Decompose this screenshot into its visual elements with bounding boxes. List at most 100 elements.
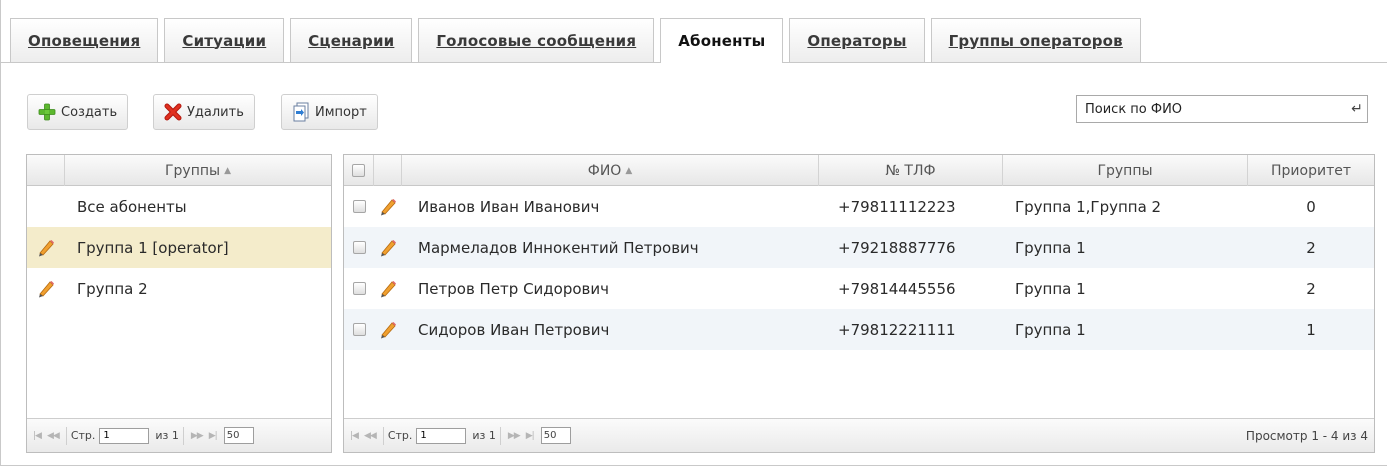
create-button[interactable]: Создать (27, 94, 129, 130)
group-row[interactable]: Группа 1 [operator] (27, 227, 331, 268)
row-checkbox[interactable] (352, 241, 366, 254)
row-edit-cell (374, 268, 402, 309)
group-row[interactable]: Группа 2 (27, 268, 331, 309)
enter-icon[interactable]: ↵ (1347, 101, 1367, 117)
sort-icon: ▲ (625, 165, 633, 176)
tab-operator-groups[interactable]: Группы операторов (930, 18, 1141, 62)
pager-separator (499, 426, 501, 445)
edit-column-header (374, 155, 402, 186)
subscriber-groups: Группа 1 (1015, 320, 1086, 339)
first-page-icon[interactable]: |◀ (350, 431, 359, 441)
pencil-icon[interactable] (378, 197, 398, 217)
tab-notifications[interactable]: Оповещения (10, 18, 159, 62)
subscriber-groups: Группа 1,Группа 2 (1015, 197, 1162, 216)
row-checkbox-cell (344, 309, 374, 350)
tab-subscribers[interactable]: Абоненты (660, 18, 784, 63)
last-page-icon[interactable]: ▶| (526, 431, 535, 441)
groups-edit-column-header (27, 155, 65, 186)
groups-column-label: Группы (165, 162, 221, 179)
pencil-icon[interactable] (36, 238, 56, 258)
phone-column-header[interactable]: № ТЛФ (819, 155, 1003, 186)
page-count: из 1 (155, 429, 179, 442)
name-column-label: ФИО (587, 162, 622, 179)
next-page-icon[interactable]: ▶▶ (508, 431, 521, 441)
row-checkbox-cell (344, 186, 374, 227)
prev-page-icon[interactable]: ◀◀ (364, 431, 377, 441)
plus-icon (38, 103, 56, 121)
groups-column-label: Группы (1097, 162, 1153, 179)
subscriber-groups: Группа 1 (1015, 279, 1086, 298)
subscribers-grid-body: Иванов Иван Иванович +79811112223 Группа… (344, 186, 1374, 350)
row-checkbox[interactable] (352, 282, 366, 295)
red-x-icon (164, 103, 182, 121)
row-edit-cell (374, 186, 402, 227)
pencil-icon[interactable] (378, 320, 398, 340)
subscriber-phone: +79218887776 (838, 238, 956, 257)
subscriber-priority: 0 (1306, 197, 1316, 216)
groups-column-header[interactable]: Группы (1003, 155, 1248, 186)
subscribers-grid: ФИО ▲ № ТЛФ Группы Приоритет Иванов Иван… (343, 154, 1375, 453)
create-button-label: Создать (61, 104, 118, 120)
group-row[interactable]: Все абоненты (27, 186, 331, 227)
subscriber-name: Мармеладов Иннокентий Петрович (418, 238, 699, 257)
page-count: из 1 (472, 429, 496, 442)
row-checkbox[interactable] (352, 323, 366, 336)
row-edit-cell (374, 309, 402, 350)
subscribers-grid-header: ФИО ▲ № ТЛФ Группы Приоритет (344, 155, 1374, 186)
page-input[interactable] (416, 427, 467, 444)
group-edit-cell (27, 186, 65, 227)
table-row[interactable]: Мармеладов Иннокентий Петрович +79218887… (344, 227, 1374, 268)
phone-column-label: № ТЛФ (885, 162, 936, 179)
groups-grid-body: Все абоненты Группа 1 [operator] Группа … (27, 186, 331, 309)
view-info: Просмотр 1 - 4 из 4 (1245, 428, 1368, 443)
subscribers-pager: |◀ ◀◀ Стр. из 1 ▶▶ ▶| 50 Просмотр 1 - 4 … (344, 418, 1374, 452)
row-checkbox[interactable] (352, 200, 366, 213)
tab-scenarios[interactable]: Сценарии (290, 18, 413, 62)
name-column-header[interactable]: ФИО ▲ (402, 155, 819, 186)
page-label: Стр. (387, 429, 413, 442)
pager-separator (65, 426, 67, 445)
priority-column-header[interactable]: Приоритет (1248, 155, 1374, 186)
tab-voice-messages[interactable]: Голосовые сообщения (418, 18, 655, 62)
pager-separator (182, 426, 184, 445)
subscriber-priority: 2 (1306, 238, 1316, 257)
table-row[interactable]: Иванов Иван Иванович +79811112223 Группа… (344, 186, 1374, 227)
select-all-header (344, 155, 374, 186)
pencil-icon[interactable] (378, 279, 398, 299)
group-name: Группа 2 (77, 279, 148, 298)
table-row[interactable]: Петров Петр Сидорович +79814445556 Групп… (344, 268, 1374, 309)
subscriber-priority: 2 (1306, 279, 1316, 298)
tab-situations[interactable]: Ситуации (164, 18, 285, 62)
page-label: Стр. (70, 429, 96, 442)
priority-column-label: Приоритет (1271, 162, 1351, 179)
rows-per-page-select[interactable]: 50 (223, 427, 254, 444)
import-icon (293, 102, 309, 122)
search-input[interactable] (1077, 96, 1347, 122)
subscriber-priority: 1 (1306, 320, 1316, 339)
groups-grid: Группы ▲ Все абоненты Группа 1 [operator… (26, 154, 332, 453)
row-edit-cell (374, 227, 402, 268)
prev-page-icon[interactable]: ◀◀ (47, 431, 60, 441)
subscriber-name: Петров Петр Сидорович (418, 279, 610, 298)
tab-operators[interactable]: Операторы (789, 18, 925, 62)
pager-separator (382, 426, 384, 445)
table-row[interactable]: Сидоров Иван Петрович +79812221111 Групп… (344, 309, 1374, 350)
import-button[interactable]: Импорт (281, 94, 378, 130)
pencil-icon[interactable] (36, 279, 56, 299)
sort-icon: ▲ (224, 165, 231, 176)
group-name: Группа 1 [operator] (77, 238, 229, 257)
pencil-icon[interactable] (378, 238, 398, 258)
page-input[interactable] (99, 427, 150, 444)
row-checkbox-cell (344, 268, 374, 309)
delete-button[interactable]: Удалить (153, 94, 255, 130)
groups-column-header[interactable]: Группы ▲ (65, 155, 331, 186)
import-button-label: Импорт (315, 104, 367, 120)
subscriber-phone: +79812221111 (838, 320, 956, 339)
last-page-icon[interactable]: ▶| (209, 431, 218, 441)
next-page-icon[interactable]: ▶▶ (191, 431, 204, 441)
subscriber-phone: +79814445556 (838, 279, 956, 298)
first-page-icon[interactable]: |◀ (33, 431, 42, 441)
groups-grid-header: Группы ▲ (27, 155, 331, 186)
rows-per-page-select[interactable]: 50 (540, 427, 571, 444)
select-all-checkbox[interactable] (352, 164, 365, 177)
